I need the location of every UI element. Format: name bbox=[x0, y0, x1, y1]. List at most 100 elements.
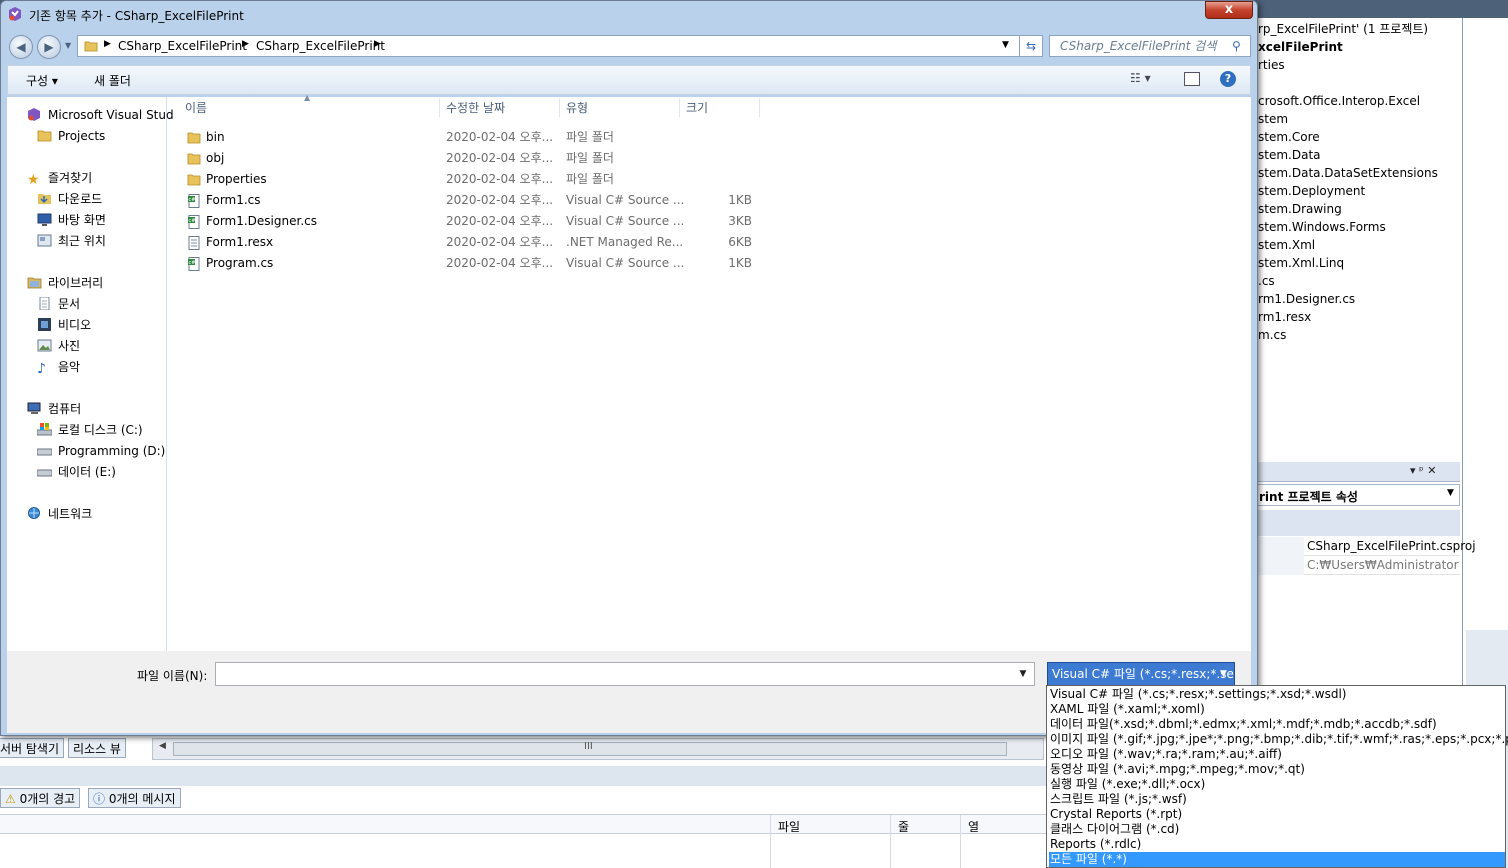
nav-item-drive-e[interactable]: 데이터 (E:) bbox=[36, 463, 116, 482]
breadcrumb-separator-icon[interactable]: ▶ bbox=[242, 39, 249, 49]
breadcrumb-item[interactable]: CSharp_ExcelFilePrint bbox=[256, 39, 385, 53]
breadcrumb-separator-icon[interactable]: ▶ bbox=[104, 39, 111, 49]
search-input[interactable]: CSharp_ExcelFilePrint 검색 ⚲ bbox=[1049, 35, 1251, 57]
file-row[interactable]: c# Program.cs 2020-02-04 오후... Visual C# So… bbox=[185, 253, 765, 274]
column-name[interactable]: 이름 bbox=[185, 97, 207, 119]
nav-item-downloads[interactable]: 다운로드 bbox=[37, 190, 102, 209]
file-row[interactable]: c# Form1.cs 2020-02-04 오후... Visual C# Sour… bbox=[185, 190, 765, 211]
file-row[interactable]: Properties 2020-02-04 오후... 파일 폴더 bbox=[185, 169, 765, 190]
solution-item[interactable]: stem.Core bbox=[1258, 128, 1320, 146]
column-modified[interactable]: 수정한 날짜 bbox=[446, 97, 505, 119]
view-options-icon[interactable]: ☷ ▾ bbox=[1130, 71, 1151, 85]
new-folder-button[interactable]: 새 폴더 bbox=[94, 72, 131, 89]
messages-filter-button[interactable]: ⓘ 0개의 메시지 bbox=[88, 788, 181, 808]
file-type-option[interactable]: 이미지 파일 (*.gif;*.jpg;*.jpe*;*.png;*.bmp;*… bbox=[1049, 732, 1508, 747]
nav-item-computer[interactable]: 컴퓨터 bbox=[27, 400, 81, 419]
solution-item[interactable]: stem.Xml.Linq bbox=[1258, 254, 1344, 272]
organize-button[interactable]: 구성 ▾ bbox=[26, 72, 58, 89]
file-type-option[interactable]: Crystal Reports (*.rpt) bbox=[1049, 807, 1505, 822]
column-line[interactable]: 줄 bbox=[898, 818, 909, 835]
nav-item-visual-studio[interactable]: Microsoft Visual Stud bbox=[27, 106, 174, 125]
file-type-filter-select[interactable]: Visual C# 파일 (*.cs;*.resx;*.set ▼ bbox=[1047, 662, 1235, 686]
address-bar[interactable]: ▶ CSharp_ExcelFilePrint ▶ CSharp_ExcelFi… bbox=[77, 35, 1041, 57]
filename-dropdown-icon[interactable]: ▼ bbox=[1015, 665, 1031, 683]
history-dropdown-icon[interactable]: ▼ bbox=[65, 41, 71, 50]
file-row[interactable]: obj 2020-02-04 오후... 파일 폴더 bbox=[185, 148, 765, 169]
nav-item-network[interactable]: 네트워크 bbox=[27, 505, 92, 524]
file-type-option[interactable]: XAML 파일 (*.xaml;*.xoml) bbox=[1049, 702, 1505, 717]
solution-item[interactable]: stem.Drawing bbox=[1258, 200, 1342, 218]
sort-ascending-icon: ▲ bbox=[304, 93, 311, 102]
breadcrumb-item[interactable]: CSharp_ExcelFilePrint bbox=[118, 39, 247, 53]
nav-item-drive-c[interactable]: 로컬 디스크 (C:) bbox=[36, 421, 143, 440]
svg-text:c#: c# bbox=[189, 260, 196, 266]
file-row[interactable]: Form1.resx 2020-02-04 오후... .NET Managed R… bbox=[185, 232, 765, 253]
solution-item[interactable]: rm1.resx bbox=[1258, 308, 1311, 326]
forward-button[interactable]: ▶ bbox=[37, 35, 61, 59]
solution-item[interactable]: xcelFilePrint bbox=[1258, 38, 1343, 56]
preview-pane-icon[interactable] bbox=[1184, 72, 1200, 86]
nav-item-drive-d[interactable]: Programming (D:) bbox=[36, 442, 165, 461]
filename-input[interactable] bbox=[215, 662, 1035, 686]
file-type-option[interactable]: 데이터 파일(*.xsd;*.dbml;*.edmx;*.xml;*.mdf;*… bbox=[1049, 717, 1505, 732]
file-type-option[interactable]: 모든 파일 (*.*) bbox=[1049, 852, 1505, 867]
search-icon[interactable]: ⚲ bbox=[1232, 36, 1241, 56]
properties-object-combo[interactable]: rint 프로젝트 속성 ▼ bbox=[1256, 484, 1460, 506]
column-size[interactable]: 크기 bbox=[686, 97, 708, 119]
nav-item-libraries[interactable]: 라이브러리 bbox=[27, 274, 103, 293]
column-type[interactable]: 유형 bbox=[566, 97, 588, 119]
file-type-option[interactable]: 실행 파일 (*.exe;*.dll;*.ocx) bbox=[1049, 777, 1505, 792]
scrollbar-thumb[interactable]: III bbox=[173, 741, 1007, 756]
file-size: 6KB bbox=[728, 235, 752, 249]
solution-item[interactable]: m.cs bbox=[1258, 326, 1286, 344]
info-icon: ⓘ bbox=[93, 792, 106, 806]
nav-item-projects[interactable]: Projects bbox=[37, 127, 105, 146]
nav-item-music[interactable]: ♪ 음악 bbox=[37, 358, 80, 377]
windows-drive-icon bbox=[36, 423, 53, 436]
column-divider[interactable] bbox=[559, 99, 560, 117]
tab-server-explorer[interactable]: 서버 탐색기 bbox=[0, 738, 65, 758]
solution-item[interactable]: rties bbox=[1258, 56, 1285, 74]
column-divider[interactable] bbox=[759, 99, 760, 117]
file-type-option[interactable]: 오디오 파일 (*.wav;*.ra;*.ram;*.au;*.aiff) bbox=[1049, 747, 1505, 762]
solution-item[interactable]: rm1.Designer.cs bbox=[1258, 290, 1355, 308]
nav-item-videos[interactable]: 비디오 bbox=[37, 316, 91, 335]
file-row[interactable]: bin 2020-02-04 오후... 파일 폴더 bbox=[185, 127, 765, 148]
nav-item-pictures[interactable]: 사진 bbox=[37, 337, 80, 356]
close-button[interactable]: x bbox=[1205, 1, 1253, 19]
nav-item-favorites[interactable]: ★ 즐겨찾기 bbox=[27, 169, 92, 188]
file-type-option[interactable]: Reports (*.rdlc) bbox=[1049, 837, 1505, 852]
file-row[interactable]: c# Form1.Designer.cs 2020-02-04 오후... Visua… bbox=[185, 211, 765, 232]
file-type-option[interactable]: 동영상 파일 (*.avi;*.mpg;*.mpeg;*.mov;*.qt) bbox=[1049, 762, 1505, 777]
solution-item[interactable]: .cs bbox=[1258, 272, 1275, 290]
search-placeholder: CSharp_ExcelFilePrint 검색 bbox=[1060, 39, 1217, 53]
solution-item[interactable]: stem.Windows.Forms bbox=[1258, 218, 1386, 236]
warnings-filter-button[interactable]: ⚠ 0개의 경고 bbox=[0, 788, 81, 808]
file-type-option[interactable]: Visual C# 파일 (*.cs;*.resx;*.settings;*.x… bbox=[1049, 687, 1505, 702]
column-divider[interactable] bbox=[439, 99, 440, 117]
column-file[interactable]: 파일 bbox=[778, 818, 800, 835]
refresh-button[interactable]: ⇆ bbox=[1019, 35, 1043, 57]
help-icon[interactable]: ? bbox=[1220, 71, 1236, 87]
tab-resource-view[interactable]: 리소스 뷰 bbox=[68, 738, 126, 758]
solution-item[interactable]: stem.Deployment bbox=[1258, 182, 1365, 200]
scroll-left-icon[interactable]: ◀ bbox=[159, 741, 166, 751]
nav-item-desktop[interactable]: 바탕 화면 bbox=[37, 211, 106, 230]
column-divider[interactable] bbox=[679, 99, 680, 117]
nav-item-recent[interactable]: 최근 위치 bbox=[37, 232, 106, 251]
nav-item-documents[interactable]: 문서 bbox=[37, 295, 80, 314]
solution-item[interactable]: stem.Xml bbox=[1258, 236, 1315, 254]
solution-item[interactable]: rp_ExcelFilePrint' (1 프로젝트) bbox=[1258, 20, 1428, 38]
file-type-option[interactable]: 스크립트 파일 (*.js;*.wsf) bbox=[1049, 792, 1505, 807]
address-dropdown-icon[interactable]: ▼ bbox=[1002, 40, 1009, 50]
solution-item[interactable]: stem.Data bbox=[1258, 146, 1321, 164]
back-button[interactable]: ◀ bbox=[9, 35, 33, 59]
column-col[interactable]: 열 bbox=[968, 818, 979, 835]
properties-header-buttons[interactable]: ▾ ᵖ ✕ bbox=[1410, 464, 1436, 477]
solution-item[interactable]: stem bbox=[1258, 110, 1288, 128]
file-type-option[interactable]: 클래스 다이어그램 (*.cd) bbox=[1049, 822, 1505, 837]
horizontal-scrollbar[interactable]: ◀ III bbox=[152, 738, 1044, 760]
solution-item[interactable]: crosoft.Office.Interop.Excel bbox=[1258, 92, 1420, 110]
breadcrumb-separator-icon[interactable]: ▶ bbox=[374, 39, 381, 49]
solution-item[interactable]: stem.Data.DataSetExtensions bbox=[1258, 164, 1438, 182]
